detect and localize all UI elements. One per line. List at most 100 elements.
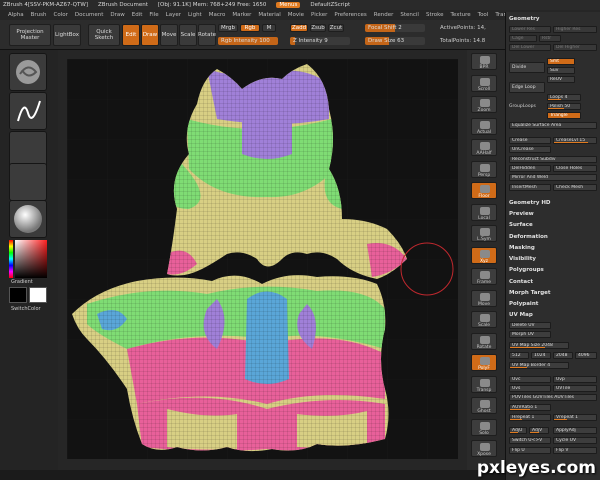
- polygroups-header[interactable]: Polygroups: [509, 267, 597, 275]
- reconstruct-subdiv-button[interactable]: Reconstruct Subdiv: [509, 156, 597, 163]
- menu-item-layer[interactable]: Layer: [166, 12, 181, 18]
- lightbox-button[interactable]: LightBox: [53, 24, 81, 46]
- lower-res-button[interactable]: Lower Res: [509, 26, 551, 33]
- menu-item-stencil[interactable]: Stencil: [400, 12, 419, 18]
- menu-item-light[interactable]: Light: [188, 12, 202, 18]
- switch-color-button[interactable]: SwitchColor: [11, 306, 41, 312]
- divide-button[interactable]: Divide: [509, 62, 545, 73]
- vrepeat-slider[interactable]: Vrepeat 1: [553, 414, 597, 421]
- menu-item-texture[interactable]: Texture: [451, 12, 471, 18]
- delete-uv-button[interactable]: Delete UV: [509, 322, 551, 329]
- rotate-mode-button[interactable]: Rotate: [198, 24, 216, 46]
- frame-button[interactable]: Frame: [471, 268, 497, 285]
- contact-header[interactable]: Contact: [509, 279, 597, 287]
- texture-selector[interactable]: [9, 163, 47, 201]
- color-picker[interactable]: [9, 240, 47, 278]
- lsym-button[interactable]: L.Sym: [471, 225, 497, 242]
- switch-uv-button[interactable]: Switch U<>V: [509, 437, 551, 444]
- menu-item-material[interactable]: Material: [258, 12, 280, 18]
- material-selector[interactable]: [9, 200, 47, 238]
- stroke-selector[interactable]: [9, 92, 47, 130]
- polish-slider[interactable]: Polish 50: [547, 103, 581, 110]
- cage-button[interactable]: Cage: [509, 35, 537, 42]
- smt-toggle[interactable]: Smt: [547, 58, 575, 65]
- secondary-color-swatch[interactable]: [29, 287, 47, 303]
- floor-button[interactable]: Floor: [471, 182, 497, 199]
- applyadj-button[interactable]: ApplyAdj: [553, 427, 597, 434]
- uncrease-button[interactable]: UnCrease: [509, 146, 551, 153]
- hrepeat-slider[interactable]: Hrepeat 1: [509, 414, 551, 421]
- uvc-button[interactable]: Uvc: [509, 376, 551, 383]
- auvratio-slider[interactable]: AUVRatio 1: [509, 404, 551, 411]
- uvtile-button[interactable]: UVTile: [553, 385, 597, 392]
- crease-button[interactable]: Crease: [509, 137, 551, 144]
- zoom-button[interactable]: Zoom: [471, 96, 497, 113]
- menu-item-movie[interactable]: Movie: [288, 12, 304, 18]
- aahalf-button[interactable]: AAHalf: [471, 139, 497, 156]
- rgb-button[interactable]: Rgb: [240, 24, 260, 32]
- size-512-button[interactable]: 512: [509, 352, 529, 359]
- menu-item-picker[interactable]: Picker: [311, 12, 327, 18]
- reuv-toggle[interactable]: ReUV: [547, 76, 575, 83]
- size-2048-button[interactable]: 2048: [553, 352, 573, 359]
- menu-item-edit[interactable]: Edit: [132, 12, 143, 18]
- xyz-button[interactable]: Xyz: [471, 246, 497, 264]
- uv-map-border-slider[interactable]: UV Map Border 4: [509, 362, 569, 369]
- size-4096-button[interactable]: 4096: [575, 352, 597, 359]
- transp-button[interactable]: Transp: [471, 375, 497, 393]
- close-holes-button[interactable]: Close Holes: [553, 165, 597, 172]
- menu-item-draw[interactable]: Draw: [110, 12, 124, 18]
- uv-map-size-slider[interactable]: UV Map Size 2048: [509, 342, 569, 349]
- menu-item-document[interactable]: Document: [75, 12, 104, 18]
- zadd-button[interactable]: Zadd: [290, 24, 308, 32]
- scale-button[interactable]: Scale: [471, 311, 497, 328]
- menu-item-stroke[interactable]: Stroke: [426, 12, 444, 18]
- size-1024-button[interactable]: 1024: [531, 352, 551, 359]
- m-button[interactable]: M: [262, 24, 276, 32]
- default-zscript-button[interactable]: DefaultZScript: [310, 2, 350, 8]
- document-viewport[interactable]: [67, 59, 458, 459]
- geometry-hd-header[interactable]: Geometry HD: [509, 200, 597, 208]
- suv-toggle[interactable]: Suv: [547, 67, 575, 74]
- delhidden-button[interactable]: DelHidden: [509, 165, 551, 172]
- adju-slider[interactable]: AdjU: [509, 427, 527, 434]
- flip-u-button[interactable]: Flip U: [509, 447, 551, 454]
- polyf-button[interactable]: PolyF: [471, 354, 497, 371]
- ghost-button[interactable]: Ghost: [471, 397, 497, 414]
- uvs-button[interactable]: Uvs: [509, 385, 551, 392]
- zcut-button[interactable]: Zcut: [328, 24, 344, 32]
- surface-header[interactable]: Surface: [509, 222, 597, 230]
- equalize-surface-area-button[interactable]: Equalize Surface Area: [509, 122, 597, 129]
- xpose-button[interactable]: Xpose: [471, 440, 497, 457]
- uv-tiles-buttons[interactable]: PUVTiles GUVTiles AUVTiles: [509, 394, 597, 401]
- focal-shift-slider[interactable]: Focal Shift 2: [365, 24, 425, 32]
- move-button[interactable]: Move: [471, 289, 497, 307]
- loops-slider[interactable]: Loops 4: [547, 94, 581, 101]
- higher-res-button[interactable]: Higher Res: [553, 26, 597, 33]
- flip-v-button[interactable]: Flip V: [553, 447, 597, 454]
- masking-header[interactable]: Masking: [509, 245, 597, 253]
- preview-header[interactable]: Preview: [509, 211, 597, 219]
- menus-toggle-button[interactable]: Menus: [276, 2, 301, 8]
- del-higher-button[interactable]: Del Higher: [553, 44, 597, 51]
- creaselvl-slider[interactable]: CreaseLvl 15: [553, 137, 597, 144]
- scroll-button[interactable]: Scroll: [471, 74, 497, 92]
- menu-item-color[interactable]: Color: [54, 12, 68, 18]
- solo-button[interactable]: Solo: [471, 418, 497, 436]
- uv-map-header[interactable]: UV Map: [509, 312, 597, 320]
- rgb-intensity-slider[interactable]: Rgb Intensity 100: [218, 37, 278, 45]
- hue-strip[interactable]: [9, 240, 13, 278]
- adjv-slider[interactable]: AdjV: [529, 427, 549, 434]
- check-mesh-button[interactable]: Check Mesh: [553, 184, 597, 191]
- brush-selector[interactable]: [9, 53, 47, 91]
- draw-size-slider[interactable]: Draw Size 63: [365, 37, 425, 45]
- morph-target-header[interactable]: Morph Target: [509, 290, 597, 298]
- menu-item-tool[interactable]: Tool: [478, 12, 489, 18]
- triangle-toggle[interactable]: Triangle: [547, 112, 581, 119]
- morph-uv-button[interactable]: Morph UV: [509, 331, 551, 338]
- persp-button[interactable]: Persp: [471, 160, 497, 178]
- edit-mode-button[interactable]: Edit: [122, 24, 140, 46]
- menu-item-render[interactable]: Render: [374, 12, 394, 18]
- uvp-button[interactable]: Uvp: [553, 376, 597, 383]
- rotate-button[interactable]: Rotate: [471, 332, 497, 350]
